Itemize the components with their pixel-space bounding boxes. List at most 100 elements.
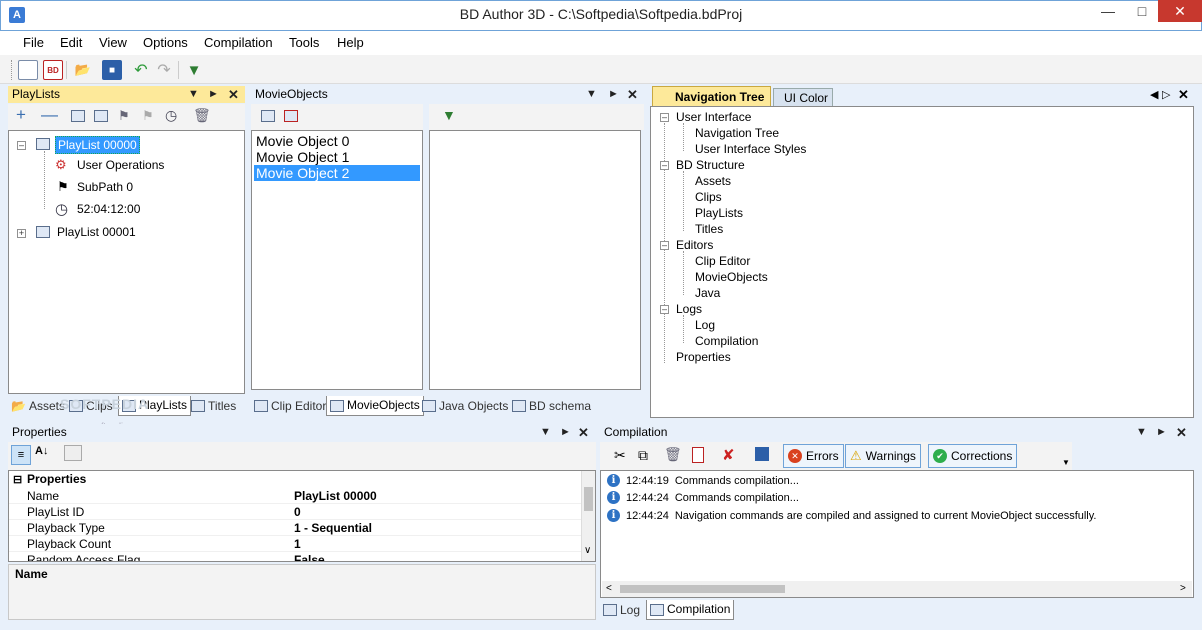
save-icon[interactable]: ■ [102, 60, 122, 80]
close-button[interactable]: ✕ [1158, 0, 1202, 22]
tab-log[interactable]: Log [600, 600, 643, 620]
tab-ui-color[interactable]: UI Color [773, 88, 833, 107]
nav-node-navigation-tree[interactable]: Navigation Tree [695, 126, 779, 140]
pin-icon[interactable]: ► [608, 86, 619, 103]
collapse-icon[interactable]: ⊟ [13, 473, 22, 486]
scrollbar-thumb[interactable] [584, 487, 593, 511]
remove-icon[interactable]: — [41, 105, 58, 125]
pin-icon[interactable]: ► [560, 424, 571, 441]
copy-icon[interactable]: ⧉ [638, 447, 648, 464]
nav-node-properties[interactable]: Properties [676, 350, 731, 364]
commands-editor[interactable] [429, 130, 641, 390]
document-icon[interactable] [692, 447, 704, 463]
menu-compilation[interactable]: Compilation [204, 35, 273, 50]
tab-assets[interactable]: 📂 Assets [8, 396, 68, 416]
menu-options[interactable]: Options [143, 35, 188, 50]
nav-node-clips[interactable]: Clips [695, 190, 722, 204]
nav-node-assets[interactable]: Assets [695, 174, 731, 188]
scrollbar[interactable]: ∨ [581, 471, 595, 561]
menu-tools[interactable]: Tools [289, 35, 319, 50]
trash-icon[interactable]: 🗑 [193, 107, 211, 124]
close-icon[interactable]: ✕ [627, 86, 638, 103]
add-icon[interactable]: + [16, 105, 26, 125]
pin-icon[interactable]: ► [208, 86, 219, 103]
menu-edit[interactable]: Edit [60, 35, 82, 50]
add-movie-object-icon[interactable] [261, 110, 275, 122]
errors-button[interactable]: ✕ Errors [783, 444, 844, 468]
collapse-icon[interactable]: – [660, 161, 669, 170]
minimize-button[interactable]: — [1090, 0, 1126, 22]
tab-navigation-tree[interactable]: Navigation Tree [652, 86, 771, 107]
dropdown-icon[interactable]: ▼ [540, 424, 551, 441]
chapter-disabled-icon[interactable]: ⚑ [142, 108, 154, 124]
nav-node-user-interface[interactable]: User Interface [676, 110, 751, 124]
nav-node-logs[interactable]: Logs [676, 302, 702, 316]
trash-icon[interactable]: 🗑 [664, 446, 682, 463]
tab-movieobjects[interactable]: MovieObjects [326, 396, 424, 416]
scroll-left-icon[interactable]: ◀ [1150, 88, 1158, 101]
tree-node-playlist-00001[interactable]: PlayList 00001 [57, 225, 136, 239]
nav-node-editors[interactable]: Editors [676, 238, 713, 252]
nav-node-playlists[interactable]: PlayLists [695, 206, 743, 220]
property-row[interactable]: PlayList ID 0 [9, 504, 589, 520]
property-row[interactable]: Playback Type 1 - Sequential [9, 520, 589, 536]
bd-project-icon[interactable]: BD [43, 60, 63, 80]
nav-node-log[interactable]: Log [695, 318, 715, 332]
overflow-icon[interactable]: ▼ [1062, 458, 1070, 467]
horizontal-scrollbar[interactable]: < > [602, 581, 1192, 597]
close-icon[interactable]: ✕ [1176, 424, 1187, 441]
tree-node-subpath[interactable]: SubPath 0 [77, 180, 133, 194]
clock-icon[interactable]: ◷ [165, 107, 177, 124]
nav-node-java[interactable]: Java [695, 286, 720, 300]
menu-view[interactable]: View [99, 35, 127, 50]
cut-icon[interactable]: ✂ [614, 447, 626, 464]
remove-movie-object-icon[interactable] [284, 110, 298, 122]
dropdown-icon[interactable]: ▼ [1136, 424, 1147, 441]
tab-titles[interactable]: Titles [188, 396, 239, 416]
collapse-icon[interactable]: – [660, 113, 669, 122]
expand-icon[interactable]: + [17, 229, 26, 238]
maximize-button[interactable]: □ [1126, 0, 1158, 22]
undo-icon[interactable]: ↶ [131, 60, 151, 80]
collapse-icon[interactable]: – [660, 305, 669, 314]
save-icon[interactable] [755, 447, 769, 461]
alphabetical-icon[interactable]: A↓ [35, 445, 48, 457]
categorized-icon[interactable]: ≡ [11, 445, 31, 465]
compile-icon[interactable]: ▼ [442, 107, 456, 123]
new-document-icon[interactable] [18, 60, 38, 80]
playlist-edit-icon[interactable] [94, 110, 108, 122]
redo-icon[interactable]: ↷ [154, 60, 174, 80]
property-row[interactable]: Name PlayList 00000 [9, 488, 589, 504]
nav-node-titles[interactable]: Titles [695, 222, 723, 236]
scrollbar-thumb[interactable] [620, 585, 785, 593]
tab-compilation[interactable]: Compilation [646, 600, 735, 620]
movie-object-item[interactable]: Movie Object 1 [254, 149, 420, 165]
close-icon[interactable]: ✕ [1178, 87, 1189, 103]
tab-java-objects[interactable]: Java Objects [419, 396, 511, 416]
scroll-left-icon[interactable]: < [606, 583, 612, 594]
nav-node-clip-editor[interactable]: Clip Editor [695, 254, 750, 268]
chapter-icon[interactable]: ⚑ [118, 108, 130, 124]
tree-node-user-operations[interactable]: User Operations [77, 158, 164, 172]
toolbar-grip[interactable] [11, 60, 13, 80]
collapse-icon[interactable]: – [17, 141, 26, 150]
movie-object-item[interactable]: Movie Object 0 [254, 133, 420, 149]
property-row[interactable]: Playback Count 1 [9, 536, 589, 552]
warnings-button[interactable]: ⚠ Warnings [845, 444, 921, 468]
scroll-right-icon[interactable]: ▷ [1162, 88, 1170, 101]
scroll-right-icon[interactable]: > [1180, 583, 1186, 594]
tab-clip-editor[interactable]: Clip Editor [251, 396, 329, 416]
nav-node-compilation[interactable]: Compilation [695, 334, 758, 348]
collapse-icon[interactable]: – [660, 241, 669, 250]
nav-node-movieobjects[interactable]: MovieObjects [695, 270, 768, 284]
dropdown-icon[interactable]: ▼ [188, 86, 199, 103]
menu-file[interactable]: File [23, 35, 44, 50]
nav-node-ui-styles[interactable]: User Interface Styles [695, 142, 806, 156]
movie-object-item-selected[interactable]: Movie Object 2 [254, 165, 420, 181]
property-row[interactable]: Random Access Flag False [9, 552, 589, 561]
compile-icon[interactable]: ▼ [184, 60, 204, 80]
pin-icon[interactable]: ► [1156, 424, 1167, 441]
property-pages-icon[interactable] [64, 445, 82, 461]
nav-node-bd-structure[interactable]: BD Structure [676, 158, 745, 172]
tree-node-playlist-00000[interactable]: PlayList 00000 [55, 136, 140, 154]
